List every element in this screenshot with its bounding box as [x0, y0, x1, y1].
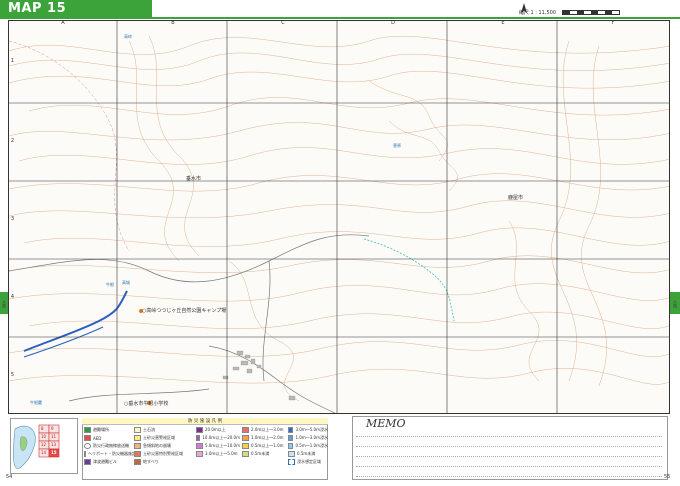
legend-flood-1: 3.0m～5.0m浸水 [288, 426, 328, 434]
memo-line [356, 476, 662, 478]
inset-num-10: 10 [41, 434, 47, 439]
map-canvas[interactable] [9, 21, 670, 414]
legend-item-tsunami: 津波避難ビル [84, 458, 134, 466]
label-city-east: 鹿屋市 [508, 195, 524, 201]
map-title: MAP 15 [0, 0, 152, 18]
legend-depth-8: 0.5m未満 [242, 450, 286, 458]
inset-map[interactable]: 8 9 10 11 12 13 14 15 [10, 418, 78, 474]
page-number-right: 55 [664, 474, 671, 480]
legend-header: 防 災 施 設 凡 例 [82, 418, 328, 425]
memo-line [356, 446, 662, 448]
label-city-west: 垂水市 [186, 176, 202, 182]
legend-flood-3: 0.5m～1.0m浸水 [288, 442, 328, 450]
inset-num-12: 12 [41, 442, 47, 447]
memo-line [356, 456, 662, 458]
legend-col-3: 20.0m以上 10.0m以上～20.0m 5.0m以上～10.0m 3.0m以… [196, 426, 240, 458]
legend-item-shelter: 避難場所 [84, 426, 134, 434]
page-number-left: 54 [6, 474, 13, 480]
label-river-mid: 菅原 [393, 143, 401, 148]
legend-col-5: 3.0m～5.0m浸水 1.0m～3.0m浸水 0.5m～1.0m浸水 0.5m… [288, 426, 328, 466]
legend-item-special-warning: 土砂災害特別警戒区域 [134, 450, 194, 458]
legend-depth-3: 5.0m以上～10.0m [196, 442, 240, 450]
legend-col-2: 土石流 土砂災害警戒区域 急傾斜地の崩壊 土砂災害特別警戒区域 地すべり [134, 426, 194, 466]
inset-num-13: 13 [51, 442, 57, 447]
legend-col-4: 2.0m以上～3.0m 1.0m以上～2.0m 0.5m以上～1.0m 0.5m… [242, 426, 286, 458]
grid-col-c: C [281, 20, 285, 26]
inset-num-9: 9 [51, 426, 54, 431]
grid-col-a: A [61, 20, 65, 26]
grid-row-5: 5 [10, 372, 15, 378]
grid-row-4: 4 [10, 294, 15, 300]
map-area[interactable] [8, 20, 670, 414]
legend-flood-2: 1.0m～3.0m浸水 [288, 434, 328, 442]
legend-header-6: 例 [217, 419, 223, 424]
aed-icon [84, 435, 91, 441]
legend-header-3: 施 [199, 419, 205, 424]
legend-item-debris: 土石流 [134, 426, 194, 434]
legend-item-aed: AED [84, 434, 134, 442]
legend-header-2: 災 [193, 419, 199, 424]
legend-item-heliport: ヘリポート・防災機器施設 [84, 450, 136, 458]
scale-bar-group: 縮尺 1 : 11,500 [519, 6, 620, 18]
label-bottom-left: 牛根麓 [30, 400, 42, 405]
label-river-north: 高峠 [124, 34, 132, 39]
legend-item-slope: 急傾斜地の崩壊 [134, 442, 194, 450]
label-facility: ○高峠つつじヶ丘自然公園キャンプ場 [142, 308, 227, 314]
shelter-icon [84, 427, 91, 433]
label-facility2: ○垂水市牛根小学校 [124, 401, 169, 407]
legend-depth-4: 3.0m以上～5.0m [196, 450, 240, 458]
legend-item-slide: 地すべり [134, 458, 194, 466]
scale-label: 縮尺 1 : 11,500 [518, 9, 556, 16]
inset-num-11: 11 [51, 434, 57, 439]
grid-col-d: D [391, 20, 395, 26]
memo-title: MEMO [366, 417, 406, 430]
label-place-left: 高城 [122, 280, 130, 285]
grid-row-2: 2 [10, 138, 15, 144]
legend-depth-1: 20.0m以上 [196, 426, 240, 434]
grid-col-b: B [171, 20, 175, 26]
inset-num-14: 14 [41, 450, 47, 455]
legend-depth-2: 10.0m以上～20.0m [196, 434, 240, 442]
legend-col-1: 避難場所 AED 防災行政無線放送機 ヘリポート・防災機器施設 津波避難ビル [84, 426, 136, 466]
heliport-icon [84, 451, 86, 457]
legend-header-1: 防 [187, 419, 193, 424]
inset-num-15: 15 [51, 450, 57, 455]
legend-item-landslide-warning: 土砂災害警戒区域 [134, 434, 194, 442]
legend-flood-4: 0.5m未満 [288, 450, 328, 458]
side-tab-right-label: 大隅 [673, 300, 678, 308]
grid-row-1: 1 [10, 58, 15, 64]
legend-header-5: 凡 [211, 419, 217, 424]
inset-num-8: 8 [41, 426, 44, 431]
scale-bar [562, 9, 620, 15]
grid-row-3: 3 [10, 216, 15, 222]
memo-line [356, 466, 662, 468]
tsunami-icon [84, 459, 91, 465]
grid-col-f: F [611, 20, 615, 26]
grid-col-e: E [501, 20, 505, 26]
legend-depth-5: 2.0m以上～3.0m [242, 426, 286, 434]
legend-depth-6: 1.0m以上～2.0m [242, 434, 286, 442]
legend-flood-5: 浸水想定区域 [288, 458, 328, 466]
label-place-left2: 牛根 [106, 282, 114, 287]
legend-depth-7: 0.5m以上～1.0m [242, 442, 286, 450]
memo-line [356, 436, 662, 438]
radio-icon [84, 443, 91, 449]
legend-header-4: 設 [205, 419, 211, 424]
side-tab-left-label: 大隅 [2, 300, 7, 308]
legend-item-radio: 防災行政無線放送機 [84, 442, 134, 450]
